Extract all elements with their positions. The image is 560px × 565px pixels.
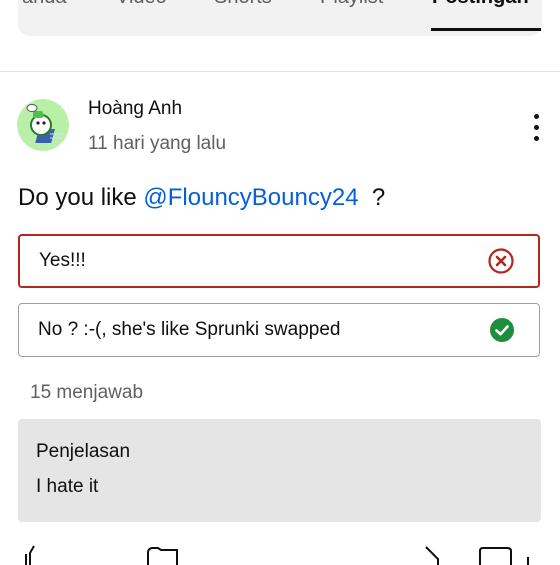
avatar[interactable]: [17, 99, 69, 151]
like-icon[interactable]: [22, 545, 44, 565]
tab-posts[interactable]: Postingan: [432, 0, 529, 9]
post-actions-bar: [0, 545, 560, 565]
quiz-option-no[interactable]: No ? :-(, she's like Sprunki swapped: [18, 303, 540, 357]
explanation-box: Penjelasan I hate it: [18, 419, 541, 522]
question-mark: ?: [358, 184, 386, 211]
quiz-option-yes[interactable]: Yes!!!: [18, 234, 540, 288]
option-label: Yes!!!: [39, 250, 86, 271]
tab-video[interactable]: Video: [116, 0, 167, 9]
question-text: Do you like: [18, 184, 144, 211]
mention-link[interactable]: @FlouncyBouncy24: [143, 184, 358, 211]
dislike-icon[interactable]: [146, 545, 180, 565]
divider: [0, 71, 560, 72]
channel-tabs: anda Video Shorts Playlist Postingan: [0, 0, 560, 30]
comment-icon[interactable]: [478, 545, 538, 565]
post-question: Do you like @FlouncyBouncy24 ?: [18, 184, 385, 212]
option-label: No ? :-(, she's like Sprunki swapped: [38, 319, 341, 340]
x-circle-icon: [488, 248, 514, 274]
vote-count: 15 menjawab: [30, 382, 144, 403]
explanation-text: I hate it: [36, 476, 99, 497]
explanation-title: Penjelasan: [36, 441, 131, 462]
post-time: 11 hari yang lalu: [88, 133, 227, 154]
active-tab-indicator: [431, 28, 541, 31]
check-circle-icon: [490, 318, 514, 342]
tab-playlist[interactable]: Playlist: [320, 0, 383, 9]
more-options-icon[interactable]: [526, 114, 546, 142]
share-icon[interactable]: [420, 545, 444, 565]
tab-home[interactable]: anda: [22, 0, 67, 9]
tab-shorts[interactable]: Shorts: [214, 0, 272, 9]
author-name[interactable]: Hoàng Anh: [88, 98, 182, 120]
